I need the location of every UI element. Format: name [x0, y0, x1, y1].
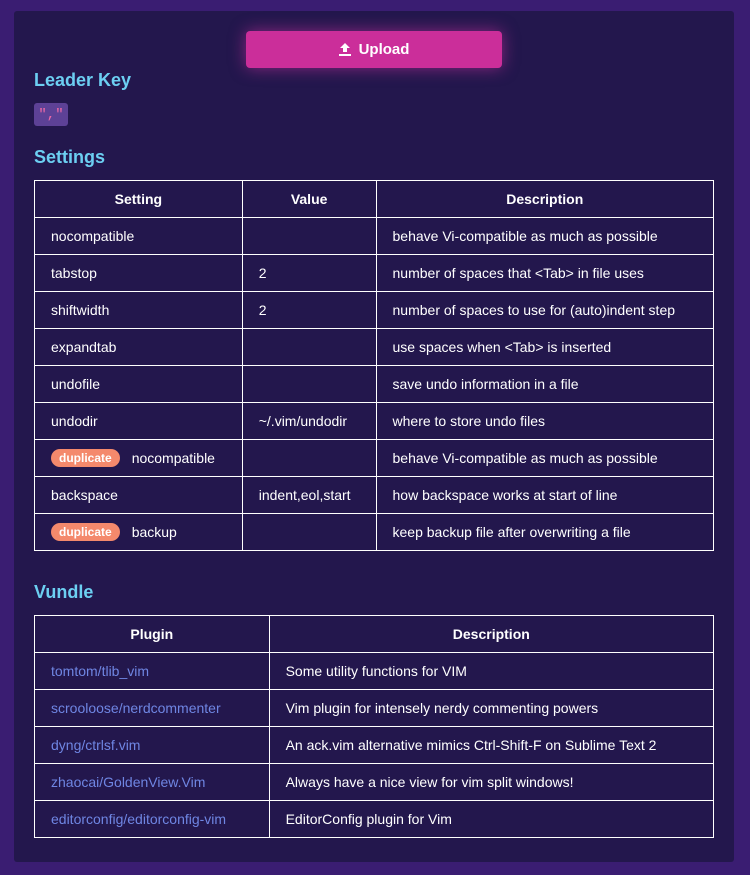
column-header-description: Description — [375, 180, 715, 218]
table-row: duplicate nocompatible behave Vi-compatib… — [34, 439, 715, 477]
table-row: dyng/ctrlsf.vim An ack.vim alternative m… — [34, 726, 715, 764]
column-header-description: Description — [268, 615, 715, 653]
setting-description: keep backup file after overwriting a fil… — [375, 513, 715, 551]
table-row: backspace indent,eol,start how backspace… — [34, 476, 715, 514]
upload-button[interactable]: Upload — [246, 31, 502, 68]
setting-description: save undo information in a file — [375, 365, 715, 403]
plugin-description: An ack.vim alternative mimics Ctrl-Shift… — [268, 726, 715, 764]
vundle-header-row: Plugin Description — [34, 615, 715, 653]
setting-description: how backspace works at start of line — [375, 476, 715, 514]
column-header-setting: Setting — [34, 180, 243, 218]
table-row: undodir ~/.vim/undodir where to store un… — [34, 402, 715, 440]
setting-value: ~/.vim/undodir — [241, 402, 377, 440]
plugin-cell: zhaocai/GoldenView.Vim — [34, 763, 270, 801]
plugin-description: Always have a nice view for vim split wi… — [268, 763, 715, 801]
table-row: shiftwidth 2 number of spaces to use for… — [34, 291, 715, 329]
plugin-description: Vim plugin for intensely nerdy commentin… — [268, 689, 715, 727]
vundle-title: Vundle — [34, 582, 94, 602]
plugin-link[interactable]: scrooloose/nerdcommenter — [51, 700, 221, 716]
setting-value — [241, 217, 377, 255]
plugin-link[interactable]: dyng/ctrlsf.vim — [51, 737, 140, 753]
setting-description: behave Vi-compatible as much as possible — [375, 217, 715, 255]
table-row: scrooloose/nerdcommenter Vim plugin for … — [34, 689, 715, 727]
duplicate-badge: duplicate — [51, 449, 120, 467]
upload-button-label: Upload — [358, 41, 410, 58]
settings-table: Setting Value Description nocompatible b… — [34, 180, 715, 551]
plugin-link[interactable]: zhaocai/GoldenView.Vim — [51, 774, 205, 790]
setting-name: expandtab — [34, 328, 243, 366]
settings-title: Settings — [34, 147, 106, 167]
setting-value — [241, 439, 377, 477]
table-row: zhaocai/GoldenView.Vim Always have a nic… — [34, 763, 715, 801]
setting-description: number of spaces that <Tab> in file uses — [375, 254, 715, 292]
upload-icon — [338, 43, 351, 56]
setting-value — [241, 328, 377, 366]
setting-name: nocompatible — [131, 450, 215, 466]
plugin-description: EditorConfig plugin for Vim — [268, 800, 715, 838]
setting-name: shiftwidth — [34, 291, 243, 329]
setting-value: 2 — [241, 291, 377, 329]
table-row: undofile save undo information in a file — [34, 365, 715, 403]
plugin-cell: scrooloose/nerdcommenter — [34, 689, 270, 727]
duplicate-badge: duplicate — [51, 523, 120, 541]
table-row: tabstop 2 number of spaces that <Tab> in… — [34, 254, 715, 292]
plugin-cell: tomtom/tlib_vim — [34, 652, 270, 690]
plugin-link[interactable]: tomtom/tlib_vim — [51, 663, 149, 679]
setting-description: behave Vi-compatible as much as possible — [375, 439, 715, 477]
leader-key-value: "," — [34, 103, 68, 126]
setting-value: indent,eol,start — [241, 476, 377, 514]
setting-value: 2 — [241, 254, 377, 292]
column-header-plugin: Plugin — [34, 615, 270, 653]
setting-name: nocompatible — [34, 217, 243, 255]
setting-value — [241, 365, 377, 403]
table-row: duplicate backup keep backup file after o… — [34, 513, 715, 551]
setting-cell: duplicate nocompatible — [34, 439, 243, 477]
table-row: tomtom/tlib_vim Some utility functions f… — [34, 652, 715, 690]
setting-description: where to store undo files — [375, 402, 715, 440]
setting-name: backspace — [34, 476, 243, 514]
setting-cell: duplicate backup — [34, 513, 243, 551]
table-row: expandtab use spaces when <Tab> is inser… — [34, 328, 715, 366]
setting-name: backup — [131, 524, 177, 540]
setting-name: undodir — [34, 402, 243, 440]
table-row: editorconfig/editorconfig-vim EditorConf… — [34, 800, 715, 838]
vundle-table: Plugin Description tomtom/tlib_vim Some … — [34, 615, 715, 838]
leader-key-title: Leader Key — [34, 70, 132, 90]
plugin-cell: dyng/ctrlsf.vim — [34, 726, 270, 764]
plugin-link[interactable]: editorconfig/editorconfig-vim — [51, 811, 226, 827]
setting-value — [241, 513, 377, 551]
plugin-cell: editorconfig/editorconfig-vim — [34, 800, 270, 838]
main-panel: Upload Leader Key "," Settings Setting V… — [14, 11, 734, 862]
setting-description: number of spaces to use for (auto)indent… — [375, 291, 715, 329]
plugin-description: Some utility functions for VIM — [268, 652, 715, 690]
settings-header-row: Setting Value Description — [34, 180, 715, 218]
column-header-value: Value — [241, 180, 377, 218]
setting-name: undofile — [34, 365, 243, 403]
table-row: nocompatible behave Vi-compatible as muc… — [34, 217, 715, 255]
setting-name: tabstop — [34, 254, 243, 292]
setting-description: use spaces when <Tab> is inserted — [375, 328, 715, 366]
